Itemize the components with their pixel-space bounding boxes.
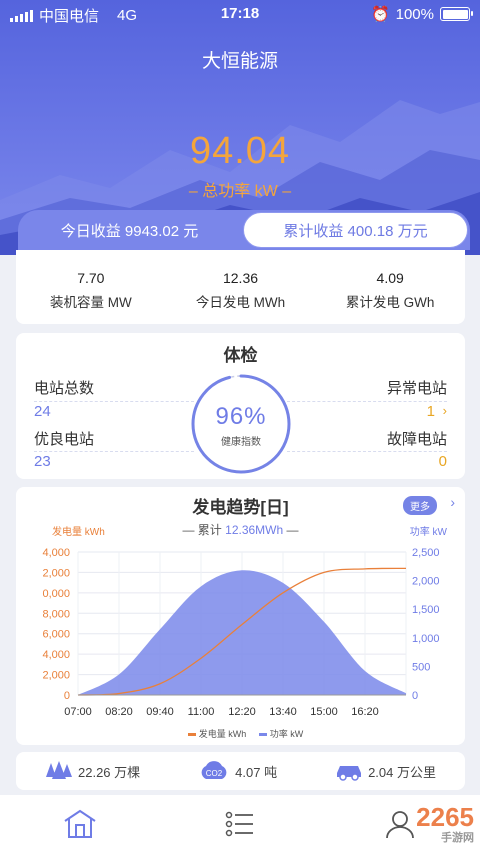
abnormal-stations-value[interactable]: 1 <box>427 403 435 420</box>
stat-label: 今日发电 MWh <box>195 295 286 310</box>
list-icon <box>225 811 253 837</box>
battery-label: 100% <box>395 5 434 23</box>
left-tick-label: 2,000 <box>42 567 70 579</box>
car-icon <box>337 766 362 781</box>
left-tick-label: 4,000 <box>42 547 70 559</box>
x-tick-label: 11:00 <box>188 706 215 718</box>
good-stations-label: 优良电站 <box>34 431 95 448</box>
env-car-text: 2.04 万公里 <box>368 764 436 780</box>
env-car: 2.04 万公里 <box>335 761 436 781</box>
total-power-value: 94.04 <box>189 130 291 172</box>
x-tick-label: 13:40 <box>269 706 297 718</box>
chart-legend: 发电量 kWh 功率 kW <box>16 727 465 740</box>
x-tick-label: 07:00 <box>64 706 92 718</box>
total-power-label: – 总功率 kW – <box>188 183 292 200</box>
right-tick-label: 1,000 <box>412 633 440 645</box>
x-tick-label: 15:00 <box>310 706 338 718</box>
divider <box>34 401 194 402</box>
stat-today-generation: 12.36 今日发电 MWh <box>166 250 316 324</box>
left-tick-label: 8,000 <box>42 608 70 620</box>
bottom-nav <box>0 795 480 853</box>
watermark: 2265 手游网 <box>416 802 474 845</box>
svg-text:CO2: CO2 <box>206 769 223 778</box>
stat-value: 12.36 <box>222 270 259 286</box>
tab-total-revenue[interactable]: 累计收益 400.18 万元 <box>243 212 468 248</box>
x-tick-label: 12:20 <box>228 706 256 718</box>
home-icon <box>64 809 96 838</box>
divider <box>34 451 194 452</box>
stat-total-generation: 4.09 累计发电 GWh <box>315 250 465 324</box>
divider <box>287 451 447 452</box>
gauge-percent: 96% <box>215 403 267 430</box>
env-trees-text: 22.26 万棵 <box>78 764 141 780</box>
health-title: 体检 <box>223 346 258 365</box>
total-stations-label: 电站总数 <box>34 380 95 397</box>
env-trees: 22.26 万棵 <box>45 761 140 781</box>
legend-power: 功率 kW <box>269 729 304 739</box>
left-tick-label: 0,000 <box>42 588 70 600</box>
revenue-tabs: 今日收益 9943.02 元 累计收益 400.18 万元 <box>18 210 470 250</box>
legend-swatch-power <box>258 733 267 737</box>
right-tick-label: 0 <box>412 690 418 702</box>
fault-stations-value[interactable]: 0 <box>439 453 447 470</box>
nav-list[interactable] <box>215 804 265 844</box>
env-co2-text: 4.07 吨 <box>235 764 278 780</box>
stat-value: 4.09 <box>376 270 404 286</box>
stat-capacity: 7.70 装机容量 MW <box>16 250 166 324</box>
right-tick-label: 1,500 <box>412 604 440 616</box>
chevron-right-icon[interactable]: › <box>443 403 447 418</box>
health-check-card: 体检 电站总数 24 优良电站 23 异常电站 1 › 故障电站 0 96% 健… <box>16 333 465 479</box>
left-tick-label: 0 <box>64 690 70 702</box>
watermark-text: 2265 <box>416 802 474 832</box>
nav-home[interactable] <box>55 804 105 844</box>
stat-value: 7.70 <box>77 270 105 286</box>
left-tick-label: 2,000 <box>42 670 70 682</box>
total-stations-value[interactable]: 24 <box>34 403 51 420</box>
app-title: 大恒能源 <box>201 51 278 72</box>
summary-stats-card: 7.70 装机容量 MW 12.36 今日发电 MWh 4.09 累计发电 GW… <box>16 250 465 324</box>
tab-today-revenue[interactable]: 今日收益 9943.02 元 <box>18 210 241 250</box>
fault-stations-label: 故障电站 <box>386 431 447 448</box>
power-area <box>78 570 406 695</box>
alarm-icon: ⏰ <box>370 6 390 23</box>
x-tick-label: 09:40 <box>146 706 174 718</box>
battery-icon <box>440 7 473 21</box>
divider <box>287 401 447 402</box>
right-tick-label: 2,000 <box>412 576 440 588</box>
right-tick-label: 2,500 <box>412 547 440 559</box>
x-tick-label: 08:20 <box>105 706 133 718</box>
x-tick-label: 16:20 <box>351 706 379 718</box>
gauge-label: 健康指数 <box>221 437 261 448</box>
right-tick-label: 500 <box>412 661 430 673</box>
left-tick-label: 6,000 <box>42 629 70 641</box>
health-gauge: 96% 健康指数 <box>188 371 294 477</box>
co2-icon: CO2 <box>201 761 227 779</box>
legend-swatch-generation <box>187 733 196 737</box>
status-bar: 中国电信 4G 17:18 ⏰ 100% <box>0 0 480 28</box>
trend-chart: 4,000 2,000 0,000 8,000 6,000 4,000 2,000 0 2,50… <box>42 547 440 718</box>
left-tick-label: 4,000 <box>42 649 70 661</box>
tree-icon <box>46 761 72 779</box>
stat-label: 累计发电 GWh <box>345 295 435 310</box>
legend-generation: 发电量 kWh <box>198 729 247 739</box>
stat-label: 装机容量 MW <box>49 295 132 310</box>
environment-card: 22.26 万棵 CO2 4.07 吨 2.04 万公里 <box>16 752 465 790</box>
user-icon <box>386 811 414 839</box>
abnormal-stations-label: 异常电站 <box>386 380 447 397</box>
generation-trend-card: 发电趋势[日] 更多 › 发电量 kWh — 累计 12.36MWh — 功率 … <box>16 487 465 745</box>
good-stations-value[interactable]: 23 <box>34 453 51 470</box>
env-co2: CO2 4.07 吨 <box>198 761 277 781</box>
